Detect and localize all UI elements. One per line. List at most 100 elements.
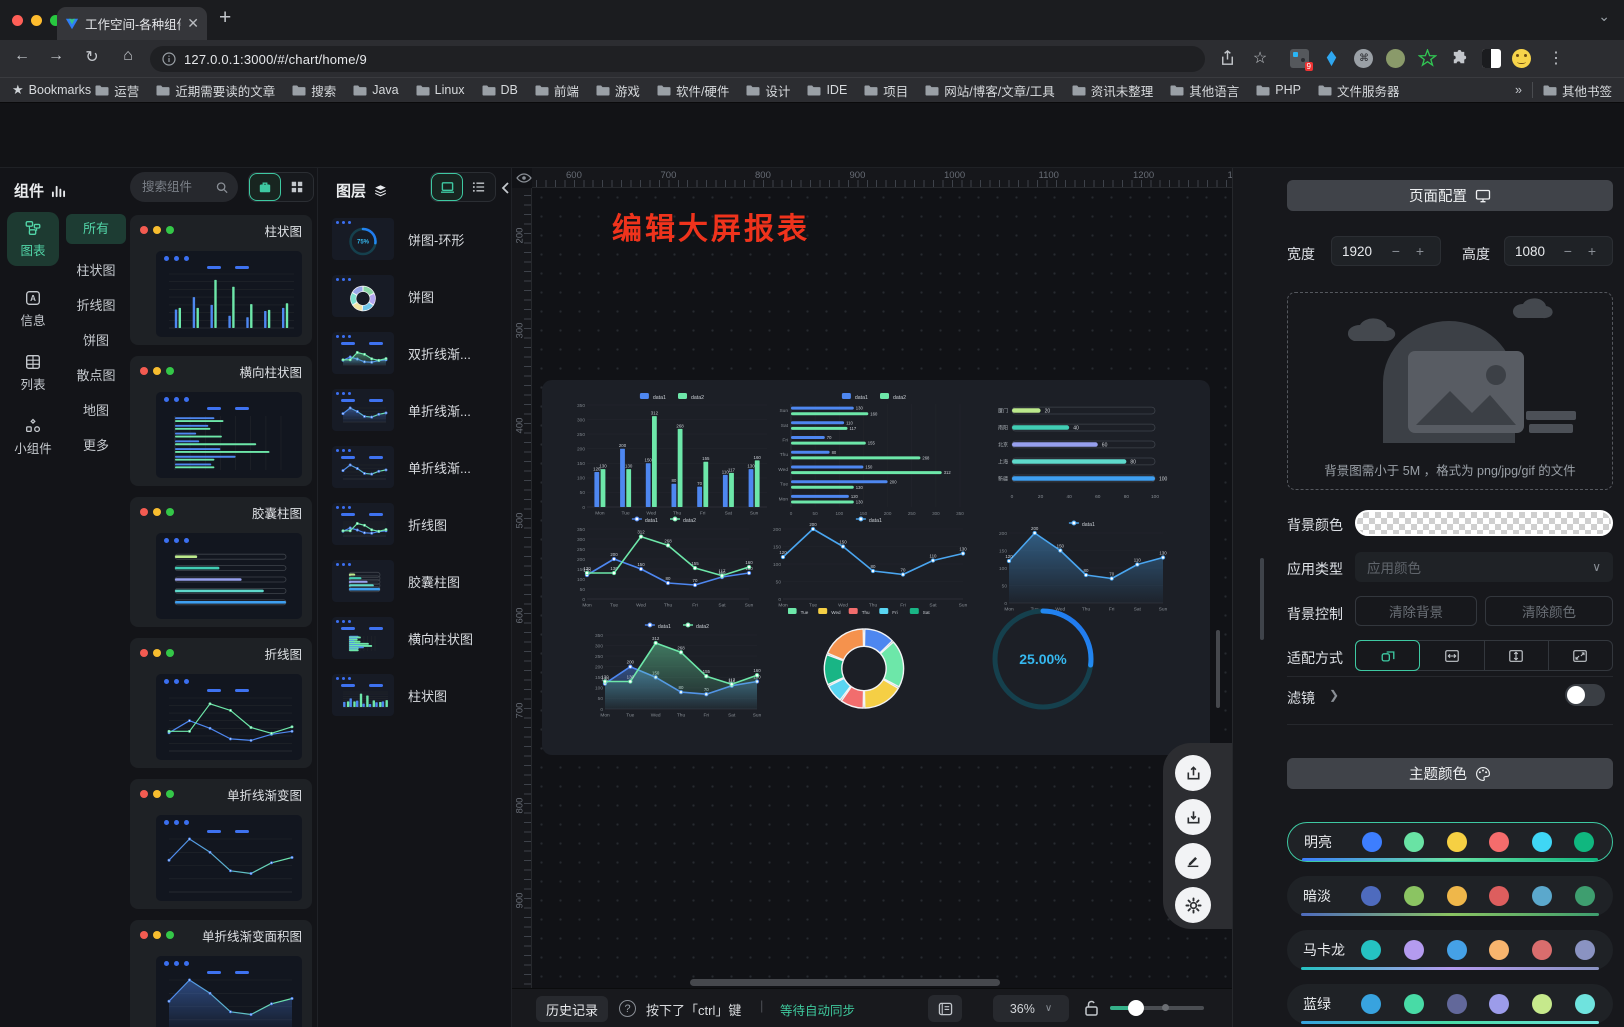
bookmark-item[interactable]: 项目: [864, 81, 908, 100]
chart-single-line-gradient-area[interactable]: 050100150200data11202001508070110130MonT…: [992, 518, 1168, 614]
fit-height-option[interactable]: [1485, 641, 1549, 670]
zoom-slider-knob[interactable]: [1128, 1000, 1144, 1016]
back-button[interactable]: ←: [10, 47, 34, 65]
horizontal-scrollbar[interactable]: [690, 979, 1000, 986]
clear-color-button[interactable]: 清除颜色: [1485, 596, 1613, 626]
settings-gear-button[interactable]: [1175, 887, 1211, 923]
bookmarks-overflow-chevron[interactable]: »: [1515, 83, 1522, 97]
bookmarks-manager[interactable]: ★Bookmarks: [12, 82, 91, 98]
edit-button[interactable]: [1175, 843, 1211, 879]
layer-item[interactable]: 单折线渐...: [332, 389, 502, 437]
extension-icon[interactable]: ⌘: [1354, 49, 1373, 68]
stepper-minus-plus-icons[interactable]: − +: [1564, 243, 1602, 259]
profile-avatar-icon[interactable]: [1512, 49, 1531, 68]
bookmark-item[interactable]: 文件服务器: [1318, 81, 1400, 100]
filter-expand-chevron-icon[interactable]: ❯: [1329, 688, 1339, 702]
width-stepper[interactable]: 1920− +: [1331, 236, 1441, 266]
bookmark-item[interactable]: 资讯未整理: [1072, 81, 1154, 100]
zoom-level-select[interactable]: 36%∨: [993, 995, 1069, 1022]
new-tab-button[interactable]: +: [219, 6, 231, 30]
extensions-puzzle-icon[interactable]: [1450, 49, 1469, 68]
layer-item[interactable]: 横向柱状图: [332, 617, 502, 665]
chart-double-line-area[interactable]: 050100150200250300350data1data2120200150…: [588, 620, 762, 720]
extension-icon[interactable]: [1482, 49, 1501, 68]
share-icon[interactable]: [1218, 49, 1237, 68]
thumbnail-view-toggle[interactable]: [431, 173, 463, 201]
extension-icon[interactable]: [1322, 49, 1341, 68]
component-search[interactable]: [130, 172, 238, 202]
clear-background-button[interactable]: 清除背景: [1355, 596, 1477, 626]
sidebar-tab-list[interactable]: 列表: [7, 346, 59, 400]
browser-menu-icon[interactable]: ⋮: [1544, 48, 1568, 68]
import-button[interactable]: [1175, 799, 1211, 835]
chart-single-line[interactable]: 050100150200data11202001508070110130MonT…: [766, 514, 968, 610]
height-stepper[interactable]: 1080− +: [1504, 236, 1613, 266]
chart-capsule-bar[interactable]: 厦门20南阳40北京60上海80新疆100020406080100: [985, 398, 1181, 502]
category-item[interactable]: 折线图: [66, 295, 126, 314]
changelog-button[interactable]: [928, 995, 962, 1022]
lock-icon[interactable]: [1084, 999, 1099, 1017]
layer-item[interactable]: 折线图: [332, 503, 502, 551]
vertical-scrollbar[interactable]: [1216, 630, 1220, 708]
grid-view-toggle[interactable]: [281, 173, 313, 201]
extension-icon[interactable]: [1386, 49, 1405, 68]
chart-horizontal-bar[interactable]: 050100150200250300350data1data2Sun130160…: [768, 390, 976, 518]
bookmark-star-icon[interactable]: ☆: [1248, 48, 1272, 68]
filter-toggle[interactable]: [1565, 684, 1605, 706]
bookmark-item[interactable]: 设计: [746, 81, 790, 100]
bookmark-item[interactable]: 运营: [95, 81, 139, 100]
other-bookmarks-folder[interactable]: 其他书签: [1543, 81, 1612, 100]
component-card[interactable]: 胶囊柱图: [130, 497, 312, 627]
bookmark-item[interactable]: PHP: [1256, 83, 1301, 97]
single-view-toggle[interactable]: [249, 173, 281, 201]
canvas-text-title[interactable]: 编辑大屏报表: [612, 204, 810, 248]
theme-row-蓝绿[interactable]: 蓝绿: [1287, 984, 1613, 1024]
stepper-minus-plus-icons[interactable]: − +: [1392, 243, 1430, 259]
window-close-button[interactable]: [12, 15, 23, 26]
extension-icon[interactable]: [1418, 49, 1437, 68]
bookmark-item[interactable]: 前端: [535, 81, 579, 100]
bookmark-item[interactable]: DB: [482, 83, 518, 97]
fit-scale-option[interactable]: [1355, 640, 1420, 671]
bookmark-item[interactable]: 软件/硬件: [657, 81, 729, 100]
bookmark-item[interactable]: 网站/博客/文章/工具: [925, 81, 1054, 100]
bg-color-swatch[interactable]: [1355, 510, 1613, 536]
category-item[interactable]: 所有: [66, 214, 126, 244]
component-card[interactable]: 柱状图: [130, 215, 312, 345]
theme-row-暗淡[interactable]: 暗淡: [1287, 876, 1613, 916]
component-card[interactable]: 横向柱状图: [130, 356, 312, 486]
bookmark-item[interactable]: Java: [353, 83, 398, 97]
sidebar-tab-widget[interactable]: 小组件: [7, 410, 59, 464]
bookmark-item[interactable]: IDE: [807, 83, 847, 97]
reload-button[interactable]: ↻: [80, 47, 104, 67]
site-info-icon[interactable]: [162, 52, 176, 66]
category-item[interactable]: 饼图: [66, 330, 126, 349]
category-item[interactable]: 地图: [66, 400, 126, 419]
extension-icon[interactable]: 9: [1290, 49, 1309, 68]
theme-row-明亮[interactable]: 明亮: [1287, 822, 1613, 862]
layer-item[interactable]: 双折线渐...: [332, 332, 502, 380]
help-icon[interactable]: ?: [619, 1000, 636, 1017]
bookmark-item[interactable]: 游戏: [596, 81, 640, 100]
window-chevron-icon[interactable]: ⌄: [1598, 8, 1610, 25]
bookmark-item[interactable]: Linux: [416, 83, 465, 97]
bookmark-item[interactable]: 搜索: [292, 81, 336, 100]
component-card[interactable]: 单折线渐变面积图: [130, 920, 312, 1027]
list-view-toggle[interactable]: [463, 173, 495, 201]
layer-item[interactable]: 饼图: [332, 275, 502, 323]
window-minimize-button[interactable]: [31, 15, 42, 26]
layer-item[interactable]: 胶囊柱图: [332, 560, 502, 608]
panel-scrollbar[interactable]: [1260, 558, 1264, 640]
dashboard-group[interactable]: 050100150200250300350data1data2120130Mon…: [542, 380, 1210, 755]
component-card[interactable]: 单折线渐变图: [130, 779, 312, 909]
address-bar[interactable]: 127.0.0.1:3000/#/chart/home/9: [150, 46, 1205, 72]
background-upload-dropzone[interactable]: 背景图需小于 5M ，格式为 png/jpg/gif 的文件: [1287, 292, 1613, 490]
history-button[interactable]: 历史记录: [536, 996, 608, 1022]
component-card[interactable]: 折线图: [130, 638, 312, 768]
category-item[interactable]: 柱状图: [66, 260, 126, 279]
search-input[interactable]: [140, 179, 210, 195]
bookmark-item[interactable]: 其他语言: [1170, 81, 1239, 100]
chart-double-line[interactable]: 050100150200250300350data1data2120200150…: [570, 514, 754, 610]
category-item[interactable]: 更多: [66, 435, 126, 454]
browser-tab[interactable]: 工作空间-各种组件 ✕: [57, 7, 207, 40]
